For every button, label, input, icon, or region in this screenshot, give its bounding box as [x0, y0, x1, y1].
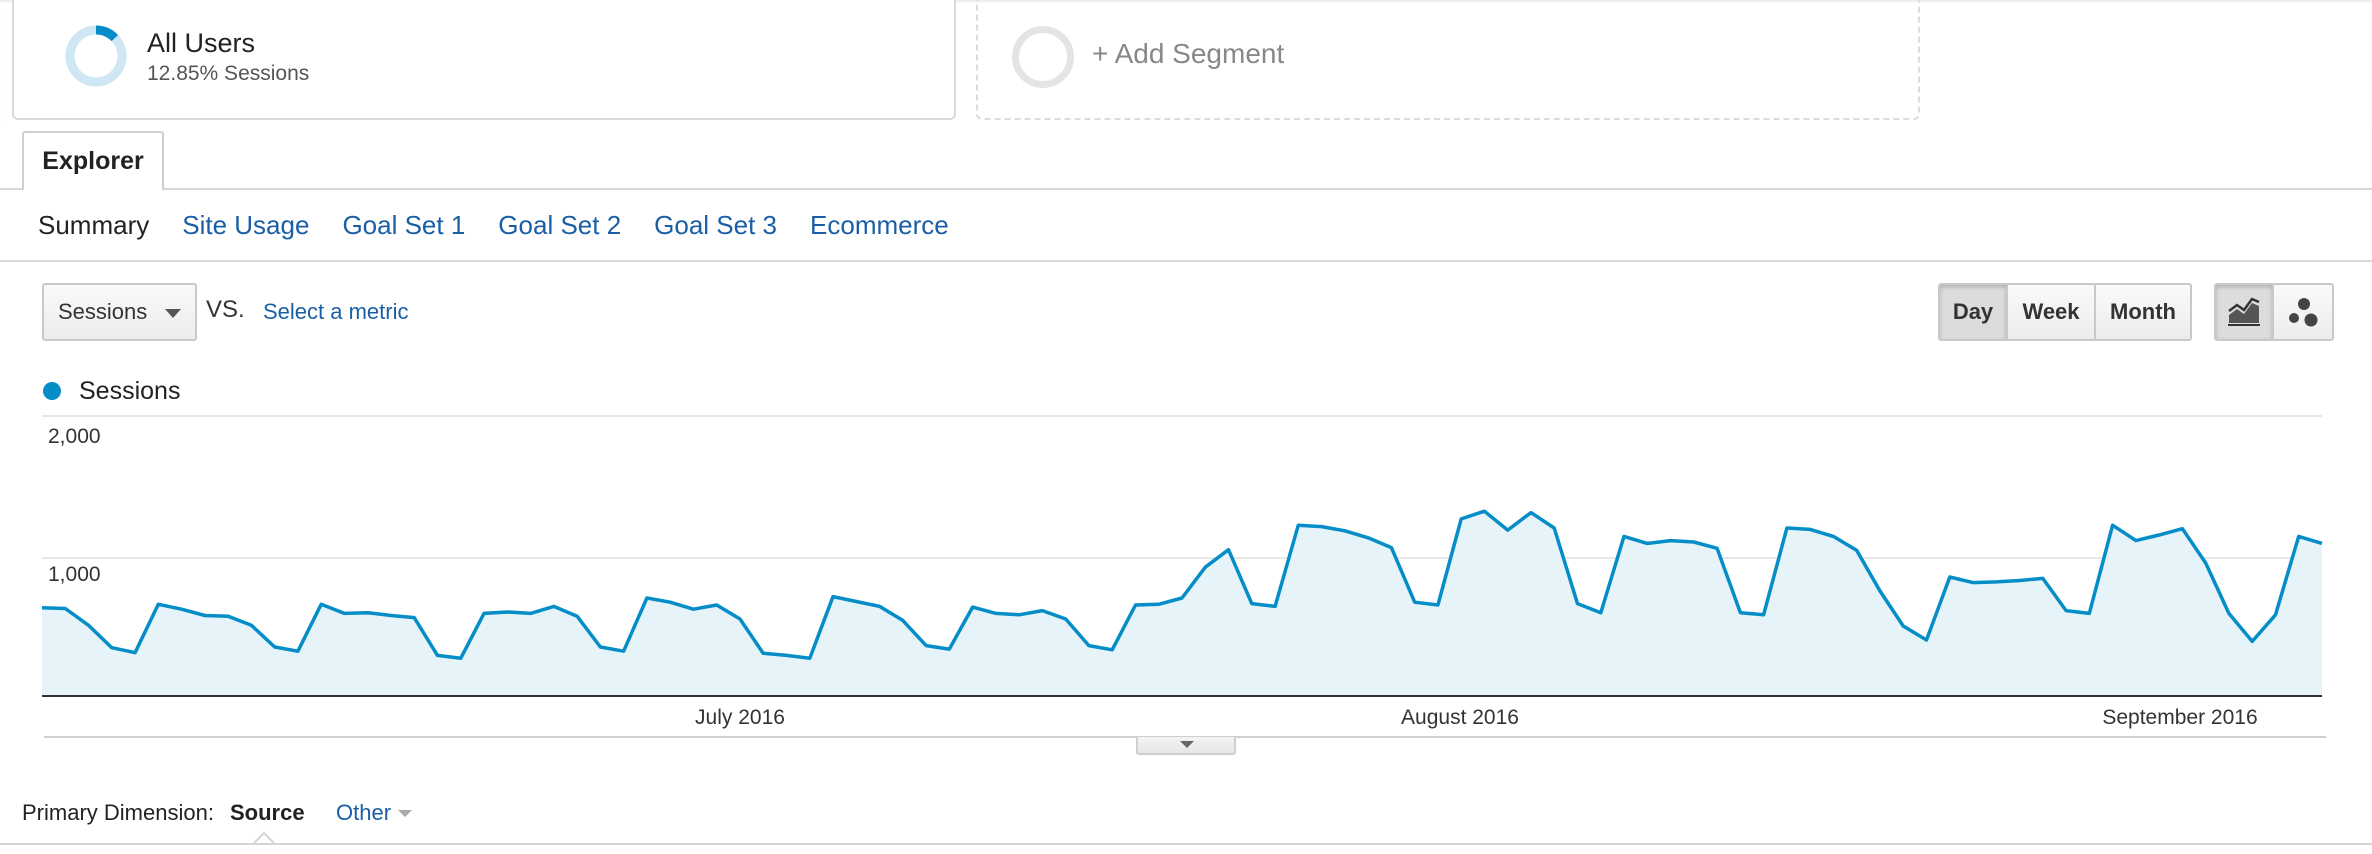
segment-all-users[interactable]: All Users 12.85% Sessions	[12, 0, 956, 120]
x-label-july-2016: July 2016	[695, 706, 785, 729]
sessions-area-fill	[42, 511, 2322, 696]
y-tick-1000: 1,000	[48, 563, 101, 586]
subnav-divider	[0, 260, 2372, 262]
y-tick-2000: 2,000	[48, 425, 101, 448]
subnav-site-usage[interactable]: Site Usage	[182, 210, 309, 250]
subnav-goal-set-2[interactable]: Goal Set 2	[498, 210, 621, 250]
chart-type-toggle	[2214, 283, 2334, 341]
add-segment-label: + Add Segment	[1092, 38, 1285, 69]
empty-segment-icon	[1012, 26, 1074, 88]
line-chart-icon	[2228, 297, 2260, 326]
explorer-subnav: Summary Site Usage Goal Set 1 Goal Set 2…	[38, 210, 982, 250]
legend-sessions-marker	[43, 382, 61, 400]
chevron-down-icon	[1180, 741, 1194, 748]
select-metric-link[interactable]: Select a metric	[263, 299, 409, 325]
chevron-down-icon	[398, 810, 412, 817]
segment-bar: All Users 12.85% Sessions + Add Segment	[0, 0, 2372, 125]
tab-strip-divider	[0, 188, 2372, 190]
tab-explorer[interactable]: Explorer	[22, 131, 164, 191]
period-toggle: Day Week Month	[1938, 283, 2192, 341]
subnav-goal-set-3[interactable]: Goal Set 3	[654, 210, 777, 250]
x-label-september-2016: September 2016	[2102, 706, 2257, 729]
add-segment-button[interactable]: + Add Segment	[976, 0, 1920, 120]
primary-dimension-other[interactable]: Other	[336, 800, 391, 826]
vs-label: VS.	[206, 296, 245, 323]
motion-chart-button[interactable]	[2274, 285, 2332, 339]
subnav-goal-set-1[interactable]: Goal Set 1	[342, 210, 465, 250]
motion-chart-icon	[2289, 298, 2318, 327]
sessions-chart: 2,000 1,000 July 2016 August 2016 Septem…	[41, 415, 2326, 738]
metric-select[interactable]: Sessions	[42, 283, 197, 341]
subnav-ecommerce[interactable]: Ecommerce	[810, 210, 949, 250]
period-week-button[interactable]: Week	[2008, 285, 2096, 339]
segment-title: All Users	[147, 28, 256, 58]
period-day-button[interactable]: Day	[1940, 285, 2008, 339]
primary-dimension-label: Primary Dimension:	[22, 800, 214, 825]
metric-select-value: Sessions	[58, 299, 148, 324]
chart-collapse-handle[interactable]	[1136, 737, 1236, 755]
period-month-button[interactable]: Month	[2096, 285, 2190, 339]
subnav-summary[interactable]: Summary	[38, 210, 149, 250]
table-top-divider	[0, 843, 2372, 845]
segment-donut-icon	[65, 25, 127, 87]
segment-sessions-share: 12.85% Sessions	[147, 62, 310, 85]
line-chart-button[interactable]	[2216, 285, 2274, 339]
x-label-august-2016: August 2016	[1401, 706, 1519, 729]
chevron-down-icon	[165, 309, 181, 318]
primary-dimension-source[interactable]: Source	[230, 800, 305, 826]
